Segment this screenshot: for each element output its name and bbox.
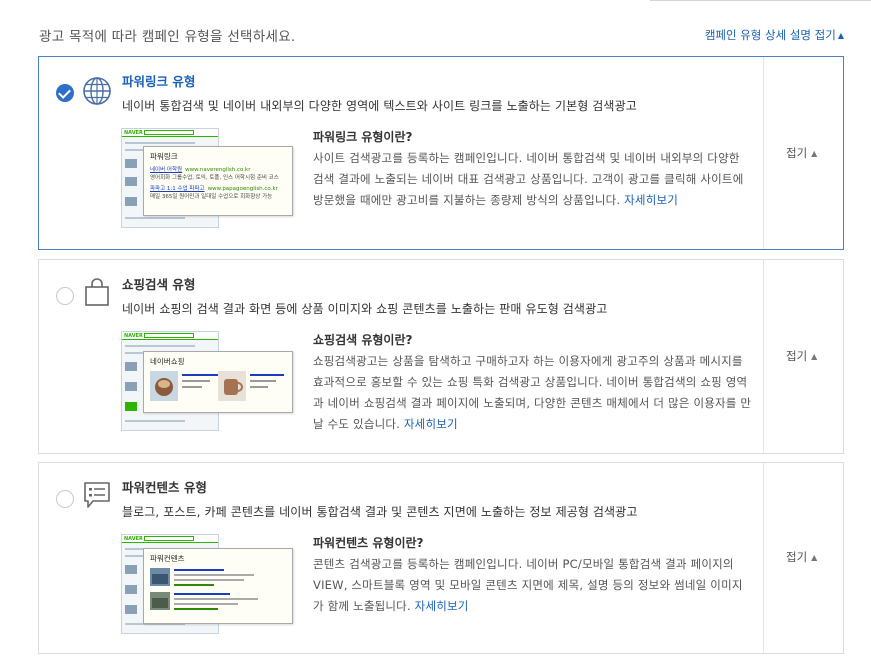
collapse-label: 접기 <box>786 349 808 363</box>
page-prompt: 광고 목적에 따라 캠페인 유형을 선택하세요. <box>39 29 296 45</box>
ad-url: www.naverenglish.co.kr <box>185 167 251 173</box>
card-title: 파워링크 유형 <box>122 74 196 89</box>
ad-url: www.papagoenglish.co.kr <box>207 186 278 192</box>
collapse-all-button[interactable]: 캠페인 유형 상세 설명 접기 ▲ <box>705 27 844 43</box>
shopping-popup-preview: 네이버쇼핑 <box>143 351 293 413</box>
caret-up-icon: ▲ <box>811 149 818 158</box>
collapse-button[interactable]: 접기 ▲ <box>786 348 817 364</box>
card-description: 블로그, 포스트, 카페 콘텐츠를 네이버 통합검색 결과 및 콘텐츠 지면에 … <box>122 505 638 519</box>
collapse-button[interactable]: 접기 ▲ <box>786 549 817 565</box>
collapse-all-label: 캠페인 유형 상세 설명 접기 <box>704 28 836 42</box>
more-link[interactable]: 자세히보기 <box>415 599 469 613</box>
card-title: 파워컨텐츠 유형 <box>122 480 207 495</box>
ad-line: 영어회화 그룹수업, 토익, 토플, 인스 어학시험 준비 코스 <box>150 175 279 181</box>
caret-up-icon: ▲ <box>811 553 818 562</box>
ad-line: 파파고 1:1 수업 파파고 www.papagoenglish.co.kr <box>150 185 286 193</box>
mug-product-image <box>150 371 284 401</box>
ad-popup-preview: 파워링크 네이버 어학원 www.naverenglish.co.kr 영어회화 … <box>143 146 293 216</box>
popup-title: 파워컨텐츠 <box>150 554 185 563</box>
caret-up-icon: ▲ <box>837 31 844 40</box>
shopping-preview-image: NAVER 네이버쇼핑 <box>121 331 293 431</box>
card-title: 쇼핑검색 유형 <box>122 277 196 292</box>
powerlink-preview-image: NAVER 파워링크 네이버 어학원 www.naverenglish.co.kr… <box>121 128 293 228</box>
naver-logo: NAVER <box>124 333 143 339</box>
info-text: 콘텐츠 검색광고를 등록하는 캠페인입니다. 네이버 PC/모바일 통합검색 결… <box>313 557 743 613</box>
ad-line: 매일 365일 원어민과 일대일 수업으로 회화향상 가능 <box>150 194 273 200</box>
radio-unchecked-icon[interactable] <box>56 287 74 305</box>
campaign-card-powerlink[interactable]: 파워링크 유형 네이버 통합검색 및 네이버 내외부의 다양한 영역에 텍스트와… <box>38 56 844 250</box>
radio-unchecked-icon[interactable] <box>56 490 74 508</box>
more-link[interactable]: 자세히보기 <box>404 417 458 431</box>
globe-icon <box>83 77 111 105</box>
more-link[interactable]: 자세히보기 <box>624 193 678 207</box>
info-title: 파워컨텐츠 유형이란? <box>313 536 424 550</box>
ad-link: 네이버 어학원 <box>150 167 183 173</box>
info-body: 사이트 검색광고를 등록하는 캠페인입니다. 네이버 통합검색 및 네이버 내외… <box>313 148 753 211</box>
content-list-preview <box>150 568 258 610</box>
info-title: 쇼핑검색 유형이란? <box>313 333 413 347</box>
naver-logo: NAVER <box>124 536 143 542</box>
card-side-panel: 접기 ▲ <box>763 463 843 653</box>
card-side-panel: 접기 ▲ <box>763 57 843 249</box>
info-text: 사이트 검색광고를 등록하는 캠페인입니다. 네이버 통합검색 및 네이버 내외… <box>313 151 744 207</box>
ad-link: 파파고 1:1 수업 파파고 <box>150 186 205 192</box>
collapse-label: 접기 <box>786 146 808 160</box>
campaign-card-shopping[interactable]: 쇼핑검색 유형 네이버 쇼핑의 검색 결과 화면 등에 상품 이미지와 쇼핑 콘… <box>38 259 844 454</box>
collapse-label: 접기 <box>786 550 808 564</box>
campaign-card-powercontents[interactable]: 파워컨텐츠 유형 블로그, 포스트, 카페 콘텐츠를 네이버 통합검색 결과 및… <box>38 462 844 654</box>
popup-title: 파워링크 <box>150 152 178 161</box>
naver-logo: NAVER <box>124 130 143 136</box>
info-body: 쇼핑검색광고는 상품을 탐색하고 구매하고자 하는 이용자에게 광고주의 상품과… <box>313 351 753 435</box>
caret-up-icon: ▲ <box>811 352 818 361</box>
top-edge-line <box>650 0 871 1</box>
info-body: 콘텐츠 검색광고를 등록하는 캠페인입니다. 네이버 PC/모바일 통합검색 결… <box>313 554 753 617</box>
card-description: 네이버 통합검색 및 네이버 내외부의 다양한 영역에 텍스트와 사이트 링크를… <box>122 99 637 113</box>
popup-title: 네이버쇼핑 <box>150 357 185 366</box>
info-title: 파워링크 유형이란? <box>313 130 413 144</box>
content-card-icon <box>84 482 110 508</box>
card-description: 네이버 쇼핑의 검색 결과 화면 등에 상품 이미지와 쇼핑 콘텐츠를 노출하는… <box>122 302 608 316</box>
powercontents-preview-image: NAVER 파워컨텐츠 <box>121 534 293 634</box>
ad-line: 네이버 어학원 www.naverenglish.co.kr <box>150 166 286 174</box>
collapse-button[interactable]: 접기 ▲ <box>786 145 817 161</box>
info-text: 쇼핑검색광고는 상품을 탐색하고 구매하고자 하는 이용자에게 광고주의 상품과… <box>313 354 752 431</box>
contents-popup-preview: 파워컨텐츠 <box>143 548 293 624</box>
radio-checked-icon[interactable] <box>56 84 74 102</box>
shopping-bag-icon <box>85 278 109 306</box>
card-side-panel: 접기 ▲ <box>763 260 843 453</box>
